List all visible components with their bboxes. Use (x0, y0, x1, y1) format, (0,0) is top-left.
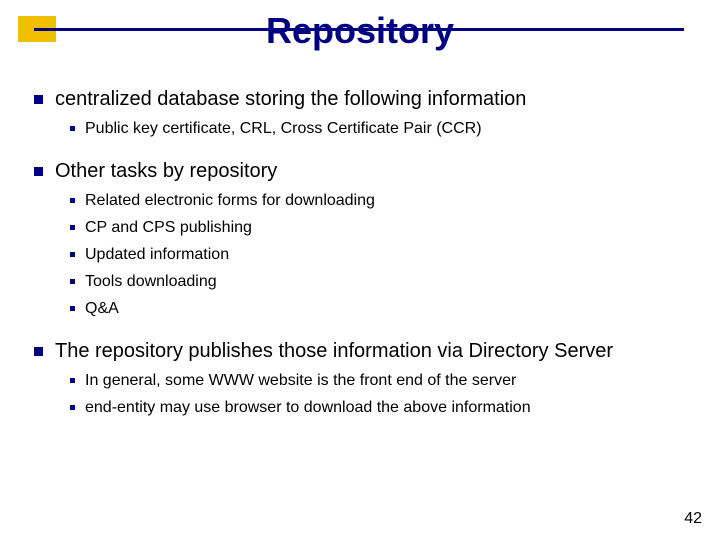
bullet-lvl2: Tools downloading (70, 270, 690, 294)
bullet-lvl2: Updated information (70, 243, 690, 267)
bullet-text: Related electronic forms for downloading (85, 189, 690, 213)
bullet-text: CP and CPS publishing (85, 216, 690, 240)
square-bullet-icon (34, 347, 43, 356)
bullet-text: Tools downloading (85, 270, 690, 294)
square-bullet-icon (70, 225, 75, 230)
bullet-lvl1: The repository publishes those informati… (34, 338, 690, 365)
slide-title: Repository (0, 10, 720, 52)
square-bullet-icon (70, 252, 75, 257)
bullet-text: Other tasks by repository (55, 158, 690, 185)
bullet-text: Updated information (85, 243, 690, 267)
slide-body: centralized database storing the followi… (34, 80, 690, 423)
slide: Repository centralized database storing … (0, 0, 720, 540)
bullet-lvl2: CP and CPS publishing (70, 216, 690, 240)
bullet-text: In general, some WWW website is the fron… (85, 369, 690, 393)
bullet-lvl1: Other tasks by repository (34, 158, 690, 185)
square-bullet-icon (70, 198, 75, 203)
square-bullet-icon (70, 378, 75, 383)
bullet-text: centralized database storing the followi… (55, 86, 690, 113)
bullet-lvl2: Related electronic forms for downloading (70, 189, 690, 213)
bullet-lvl2: end-entity may use browser to download t… (70, 396, 690, 420)
square-bullet-icon (70, 306, 75, 311)
bullet-text: Q&A (85, 297, 690, 321)
page-number: 42 (684, 510, 702, 528)
bullet-text: The repository publishes those informati… (55, 338, 690, 365)
square-bullet-icon (70, 126, 75, 131)
bullet-lvl2: In general, some WWW website is the fron… (70, 369, 690, 393)
bullet-lvl2: Public key certificate, CRL, Cross Certi… (70, 117, 690, 141)
bullet-text: Public key certificate, CRL, Cross Certi… (85, 117, 690, 141)
square-bullet-icon (70, 279, 75, 284)
square-bullet-icon (34, 167, 43, 176)
bullet-text: end-entity may use browser to download t… (85, 396, 690, 420)
square-bullet-icon (70, 405, 75, 410)
bullet-lvl2: Q&A (70, 297, 690, 321)
square-bullet-icon (34, 95, 43, 104)
bullet-lvl1: centralized database storing the followi… (34, 86, 690, 113)
